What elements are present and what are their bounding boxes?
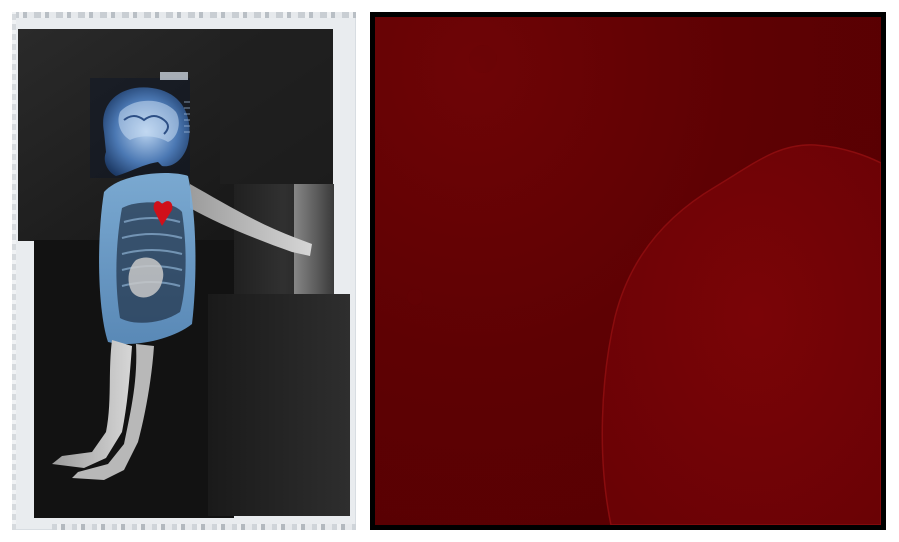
artwork-diptych: { "artwork": { "left_panel": { "descript… bbox=[0, 0, 899, 542]
red-color-field bbox=[375, 17, 881, 525]
right-red-panel bbox=[370, 12, 886, 530]
red-blob-shape bbox=[407, 45, 881, 525]
mri-head bbox=[90, 72, 190, 178]
photo-block-bottom-right bbox=[208, 294, 350, 516]
left-collage-panel bbox=[12, 12, 356, 530]
collage-image bbox=[18, 29, 350, 518]
xray-torso bbox=[99, 173, 196, 344]
